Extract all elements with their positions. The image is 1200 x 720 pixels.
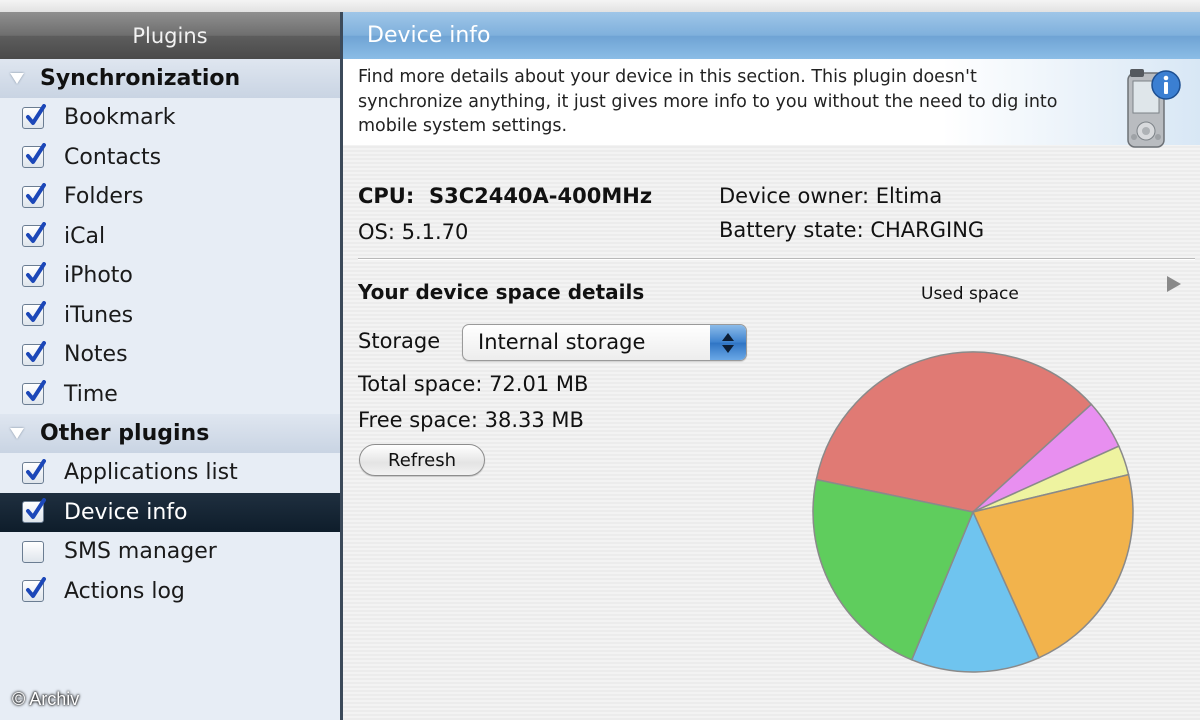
plugin-item-label: Bookmark	[64, 105, 176, 131]
description-text: Find more details about your device in t…	[358, 67, 1058, 136]
plugin-item[interactable]: Bookmark	[0, 98, 340, 138]
plugin-item-label: Device info	[64, 499, 188, 525]
panel-header: Device info	[343, 12, 1200, 59]
group-label: Synchronization	[40, 66, 241, 91]
plugin-item-label: SMS manager	[64, 539, 217, 565]
plugin-item-label: Applications list	[64, 460, 238, 486]
plugin-checkbox[interactable]	[22, 577, 46, 603]
plugin-item[interactable]: iCal	[0, 216, 340, 256]
archiv-watermark: © Archiv	[12, 689, 80, 709]
storage-label: Storage	[358, 329, 441, 353]
plugin-checkbox[interactable]	[22, 498, 46, 524]
plugin-item-label: iTunes	[64, 302, 134, 328]
plugin-item-label: Notes	[64, 342, 128, 368]
plugin-checkbox[interactable]	[22, 103, 46, 129]
plugin-item-label: iPhoto	[64, 263, 133, 289]
device-info-panel: Device info Find more details about your…	[343, 12, 1200, 720]
plugin-item[interactable]: Device info	[0, 492, 340, 532]
plugin-item[interactable]: Time	[0, 374, 340, 414]
cpu-label: CPU:	[358, 184, 415, 208]
sidebar-title: Plugins	[132, 23, 208, 48]
total-space: Total space: 72.01 MB	[358, 372, 589, 396]
battery-line: Battery state: CHARGING	[719, 218, 985, 242]
plugin-checkbox[interactable]	[22, 340, 46, 366]
plugin-item[interactable]: Actions log	[0, 571, 340, 611]
plugin-item[interactable]: Contacts	[0, 137, 340, 177]
plugin-item-label: Actions log	[64, 578, 185, 604]
storage-select-value: Internal storage	[478, 330, 646, 354]
plugin-checkbox[interactable]	[22, 261, 46, 287]
plugin-item[interactable]: iTunes	[0, 295, 340, 335]
disclosure-triangle-icon[interactable]	[10, 428, 24, 439]
owner-line: Device owner: Eltima	[719, 184, 943, 208]
plugin-item[interactable]: Folders	[0, 177, 340, 217]
play-arrow-icon[interactable]	[1167, 276, 1181, 292]
plugin-checkbox[interactable]	[22, 540, 44, 563]
plugin-checkbox[interactable]	[22, 182, 46, 208]
plugin-item-label: Folders	[64, 184, 144, 210]
chart-title: Used space	[921, 284, 1019, 304]
space-section-title: Your device space details	[358, 280, 645, 304]
plugin-item[interactable]: SMS manager	[0, 532, 340, 572]
window-top-strip	[0, 0, 1200, 12]
updown-arrows-icon[interactable]	[710, 325, 746, 360]
plugin-checkbox[interactable]	[22, 458, 46, 484]
refresh-button[interactable]: Refresh	[359, 444, 485, 476]
plugin-checkbox[interactable]	[22, 143, 46, 169]
plugin-item[interactable]: Applications list	[0, 453, 340, 493]
plugin-item[interactable]: Notes	[0, 335, 340, 375]
group-header[interactable]: Synchronization	[0, 59, 340, 98]
description-area: Find more details about your device in t…	[343, 59, 1200, 148]
plugin-list: Synchronization Bookmark Contacts Folders iC…	[0, 59, 340, 611]
group-header[interactable]: Other plugins	[0, 414, 340, 453]
plugin-item[interactable]: iPhoto	[0, 256, 340, 296]
separator	[358, 258, 1195, 260]
panel-title: Device info	[367, 23, 491, 48]
plugin-item-label: Time	[64, 381, 118, 407]
free-space: Free space: 38.33 MB	[358, 408, 584, 432]
group-label: Other plugins	[40, 421, 210, 446]
plugin-checkbox[interactable]	[22, 380, 46, 406]
plugin-checkbox[interactable]	[22, 222, 46, 248]
cpu-line: CPU: S3C2440A-400MHz	[358, 184, 652, 208]
used-space-pie-chart	[812, 351, 1134, 673]
disclosure-triangle-icon[interactable]	[10, 73, 24, 84]
sidebar-header: Plugins	[0, 12, 340, 59]
os-line: OS: 5.1.70	[358, 220, 469, 244]
plugins-sidebar: Plugins Synchronization Bookmark Contacts F…	[0, 12, 340, 720]
cpu-value: S3C2440A-400MHz	[428, 184, 653, 208]
storage-select[interactable]: Internal storage	[462, 324, 747, 361]
pda-info-icon	[1124, 67, 1182, 157]
plugin-item-label: Contacts	[64, 144, 162, 170]
plugin-item-label: iCal	[64, 223, 106, 249]
plugin-checkbox[interactable]	[22, 301, 46, 327]
